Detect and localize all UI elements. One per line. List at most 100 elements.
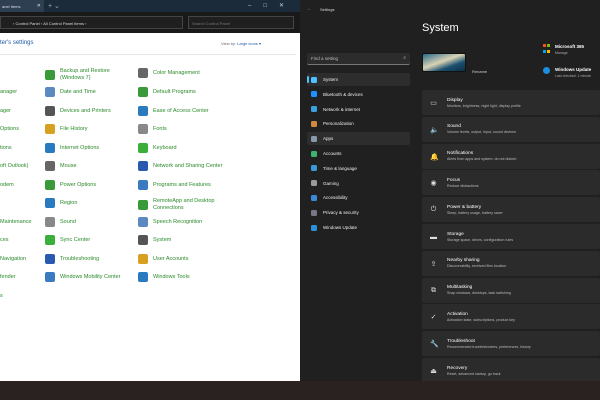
cp-item-programs-and-features[interactable]: Programs and Features — [138, 180, 228, 190]
cp-item-backup-and-restore-windows-7[interactable]: Backup and Restore (Windows 7) — [45, 68, 135, 82]
cp-item-ease-of-access-center[interactable]: Ease of Access Center — [138, 106, 228, 116]
apps-icon — [311, 135, 317, 142]
nav-personalization[interactable]: Personalization — [307, 117, 410, 130]
item-label: System — [153, 236, 172, 243]
cp-item-mouse[interactable]: Mouse — [45, 161, 135, 171]
card-troubleshoot[interactable]: 🔧 Troubleshoot Recommended troubleshooters… — [422, 331, 600, 357]
card-title: Recovery — [447, 365, 468, 371]
cp-item-power-options[interactable]: Power Options — [45, 180, 135, 190]
card-subtitle: Storage space, drives, configuration rul… — [447, 237, 514, 242]
recovery-icon: ⏏ — [430, 368, 437, 375]
nav-system[interactable]: System — [307, 73, 410, 86]
card-nearby-sharing[interactable]: ⇪ Nearby sharing Discoverability, received… — [422, 250, 600, 276]
system-icon — [138, 235, 148, 245]
item-label: Color Management — [153, 69, 200, 76]
devices-and-printers-icon — [45, 106, 55, 116]
nav-apps[interactable]: Apps — [307, 132, 410, 146]
focus-icon: ◉ — [430, 180, 437, 188]
nav-gaming[interactable]: Gaming — [307, 177, 410, 190]
troubleshooting-icon — [45, 254, 55, 264]
default-programs-icon — [138, 87, 148, 97]
nav-privacy-security[interactable]: Privacy & security — [307, 206, 410, 219]
card-focus[interactable]: ◉ Focus Reduce distractions — [422, 170, 600, 196]
search-placeholder: Search Control Panel — [192, 21, 231, 26]
windows-mobility-center-icon — [45, 272, 55, 282]
cp-item-internet-options[interactable]: Internet Options — [45, 143, 135, 153]
card-sound[interactable]: 🔈 Sound Volume levels, output, input, soun… — [422, 116, 600, 142]
nav-network-internet[interactable]: Network & internet — [307, 103, 410, 116]
breadcrumb-all-items[interactable]: All Control Panel Items — [43, 21, 84, 26]
cp-item-sound[interactable]: Sound — [45, 217, 135, 227]
card-recovery[interactable]: ⏏ Recovery Reset, advanced startup, go bac… — [422, 358, 600, 381]
cp-item-partial[interactable]: ager — [0, 108, 11, 114]
file-history-icon — [45, 124, 55, 134]
cp-item-windows-tools[interactable]: Windows Tools — [138, 272, 228, 282]
item-label: Ease of Access Center — [153, 107, 209, 114]
window-controls[interactable]: –□✕ — [248, 2, 296, 9]
rename-link[interactable]: Rename — [472, 69, 487, 74]
card-storage[interactable]: ▬ Storage Storage space, drives, configura… — [422, 224, 600, 249]
card-title: Sound — [447, 124, 461, 130]
cp-item-user-accounts[interactable]: User Accounts — [138, 254, 228, 264]
card-display[interactable]: ▭ Display Monitors, brightness, night ligh… — [422, 90, 600, 115]
sound-icon: 🔈 — [430, 126, 439, 134]
internet-options-icon — [45, 143, 55, 153]
cp-item-partial[interactable]: Options — [0, 126, 19, 132]
cp-item-date-and-time[interactable]: Date and Time — [45, 87, 135, 97]
cp-item-remoteapp-and-desktop-connections[interactable]: RemoteApp and Desktop Connections — [138, 198, 228, 212]
new-tab-icon[interactable]: + ⌄ — [48, 2, 60, 10]
cp-item-windows-mobility-center[interactable]: Windows Mobility Center — [45, 272, 135, 282]
view-by[interactable]: View by: Large icons ▾ — [221, 41, 261, 46]
view-by-dropdown[interactable]: Large icons ▾ — [237, 41, 261, 46]
cp-item-speech-recognition[interactable]: Speech Recognition — [138, 217, 228, 227]
nav-label: Gaming — [323, 180, 339, 186]
search-input[interactable]: Search Control Panel — [188, 16, 294, 29]
fonts-icon — [138, 124, 148, 134]
item-label: Network and Sharing Center — [153, 162, 223, 169]
cp-item-devices-and-printers[interactable]: Devices and Printers — [45, 106, 135, 116]
time-language-icon — [311, 165, 317, 172]
search-icon: ⌕ — [403, 55, 406, 61]
nav-bluetooth-devices[interactable]: Bluetooth & devices — [307, 88, 410, 101]
cp-item-system[interactable]: System — [138, 235, 228, 245]
breadcrumb-control-panel[interactable]: Control Panel — [15, 21, 39, 26]
cp-item-fonts[interactable]: Fonts — [138, 124, 228, 134]
card-activation[interactable]: ✓ Activation Activation state, subscriptio… — [422, 304, 600, 330]
cp-item-partial[interactable]: Maintenance — [0, 219, 32, 225]
find-setting-input[interactable]: Find a setting ⌕ — [307, 53, 410, 65]
close-tab-icon[interactable]: ✕ — [37, 3, 41, 9]
nav-accounts[interactable]: Accounts — [307, 147, 410, 160]
cp-item-partial[interactable]: s — [0, 293, 3, 299]
cp-item-default-programs[interactable]: Default Programs — [138, 87, 228, 97]
windows-update-tile[interactable]: Windows Update Last checked: 1 minute — [543, 67, 591, 78]
cp-item-partial[interactable]: oft Outlook) — [0, 163, 28, 169]
nav-windows-update[interactable]: Windows Update — [307, 221, 410, 234]
item-label: Programs and Features — [153, 181, 211, 188]
tab-control-panel[interactable]: anel Items ✕ — [0, 0, 44, 12]
card-power-battery[interactable]: ⏻ Power & battery Sleep, battery usage, ba… — [422, 197, 600, 223]
cp-item-network-and-sharing-center[interactable]: Network and Sharing Center — [138, 161, 228, 171]
card-multitasking[interactable]: ⧉ Multitasking Snap windows, desktops, tas… — [422, 277, 600, 303]
cp-item-partial[interactable]: odem — [0, 182, 14, 188]
card-title: Storage — [447, 231, 464, 237]
nav-accessibility[interactable]: Accessibility — [307, 191, 410, 204]
search-placeholder: Find a setting — [311, 56, 339, 61]
cp-item-file-history[interactable]: File History — [45, 124, 135, 134]
cp-item-partial[interactable]: tions — [0, 145, 12, 151]
address-bar[interactable]: › Control Panel › All Control Panel Item… — [0, 16, 183, 29]
cp-item-color-management[interactable]: Color Management — [138, 68, 228, 78]
cp-item-partial[interactable]: anager — [0, 89, 17, 95]
cp-item-partial[interactable]: ces — [0, 237, 9, 243]
cp-item-sync-center[interactable]: Sync Center — [45, 235, 135, 245]
microsoft-365-tile[interactable]: Microsoft 365 Manage — [543, 44, 584, 55]
cp-item-partial[interactable]: fender — [0, 274, 16, 280]
cp-item-troubleshooting[interactable]: Troubleshooting — [45, 254, 135, 264]
cp-item-keyboard[interactable]: Keyboard — [138, 143, 228, 153]
address-bar-row: › Control Panel › All Control Panel Item… — [0, 12, 300, 33]
nav-time-language[interactable]: Time & language — [307, 162, 410, 175]
cp-item-region[interactable]: Region — [45, 198, 135, 208]
cp-item-partial[interactable]: Navigation — [0, 256, 26, 262]
card-notifications[interactable]: 🔔 Notifications Alerts from apps and syste… — [422, 143, 600, 169]
back-arrow-icon[interactable]: ← — [307, 6, 312, 12]
network-and-sharing-center-icon — [138, 161, 148, 171]
